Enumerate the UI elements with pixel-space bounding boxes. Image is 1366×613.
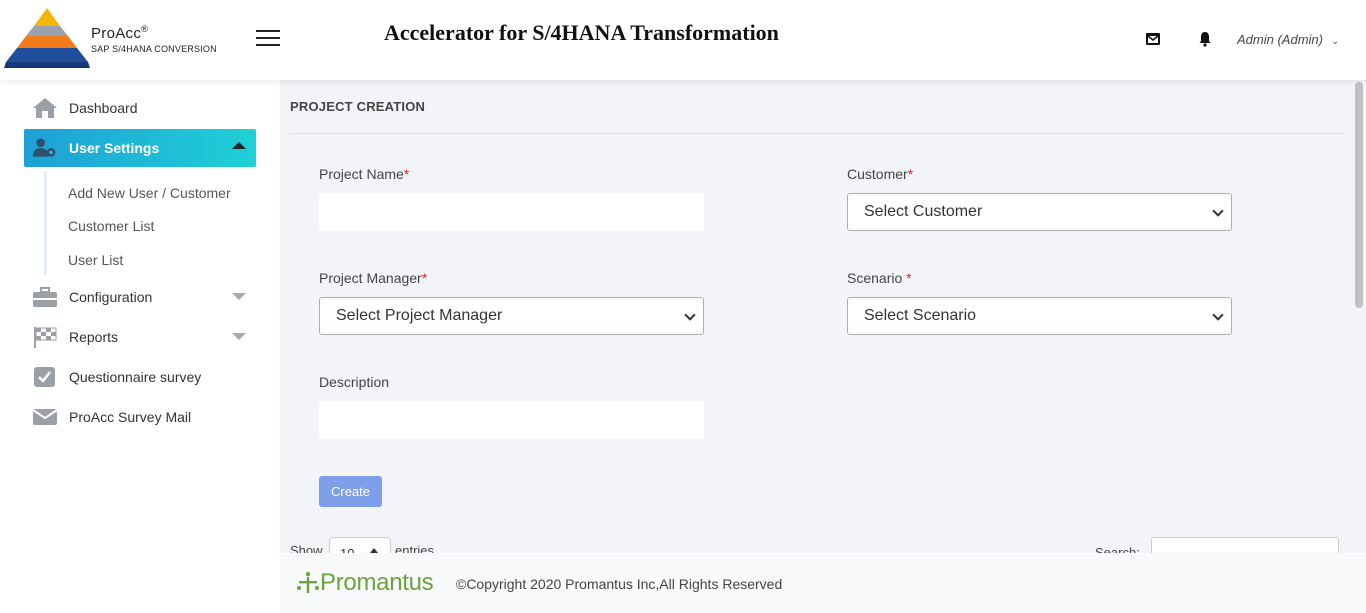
scenario-select-value: Select Scenario xyxy=(864,307,977,324)
sidebar-item-reports[interactable]: Reports xyxy=(24,318,256,356)
sidebar: Dashboard User Settings Add New User / C… xyxy=(0,80,280,613)
mail-icon[interactable] xyxy=(1145,31,1161,47)
chevron-down-icon xyxy=(1212,205,1224,217)
user-settings-submenu: Add New User / Customer Customer List Us… xyxy=(44,171,244,275)
hamburger-menu-icon[interactable] xyxy=(256,30,280,48)
promantus-mark-icon xyxy=(297,571,319,593)
registered-mark: ® xyxy=(141,24,149,34)
caret-up-icon xyxy=(232,142,246,149)
chevron-down-icon xyxy=(684,309,696,321)
required-mark: * xyxy=(906,270,912,286)
chevron-down-icon xyxy=(1212,309,1224,321)
checkered-flag-icon xyxy=(32,326,58,348)
customer-select[interactable]: Select Customer xyxy=(847,193,1232,231)
submenu-item-customer-list[interactable]: Customer List xyxy=(68,218,154,234)
scenario-select[interactable]: Select Scenario xyxy=(847,297,1232,335)
bell-icon[interactable] xyxy=(1197,31,1213,47)
search-label: Search: xyxy=(1095,545,1140,553)
sidebar-item-label: Reports xyxy=(69,329,119,345)
promantus-logo-text: Promantus xyxy=(320,569,434,596)
envelope-icon xyxy=(32,406,58,428)
proacc-logo xyxy=(4,8,90,68)
customer-select-value: Select Customer xyxy=(864,203,983,220)
required-mark: * xyxy=(421,270,428,286)
caret-down-icon xyxy=(232,333,246,340)
customer-label: Customer* xyxy=(847,166,914,182)
search-input[interactable] xyxy=(1151,537,1339,553)
create-button[interactable]: Create xyxy=(319,476,382,507)
briefcase-icon xyxy=(32,286,58,308)
sidebar-item-label: User Settings xyxy=(69,140,160,156)
show-label: Show xyxy=(290,543,323,553)
user-gear-icon xyxy=(32,137,58,159)
divider xyxy=(290,133,1344,134)
brand-name: ProAcc® xyxy=(91,24,149,42)
promantus-logo: Promantus xyxy=(296,569,434,597)
app-title: Accelerator for S/4HANA Transformation xyxy=(384,20,779,45)
entries-length-select[interactable]: 10 xyxy=(329,537,391,553)
chevron-down-icon: ⌄ xyxy=(1330,36,1340,47)
main-content: PROJECT CREATION Project Name* Customer*… xyxy=(280,80,1352,553)
project-name-input[interactable] xyxy=(319,193,704,231)
project-manager-select-value: Select Project Manager xyxy=(336,307,503,324)
sidebar-item-questionnaire-survey[interactable]: Questionnaire survey xyxy=(24,358,256,396)
home-icon xyxy=(32,97,58,119)
copyright-text: ©Copyright 2020 Promantus Inc,All Rights… xyxy=(456,576,783,592)
description-label: Description xyxy=(319,374,390,390)
project-name-label: Project Name* xyxy=(319,166,410,182)
entries-value: 10 xyxy=(340,546,354,553)
sidebar-item-label: Configuration xyxy=(69,289,153,305)
sidebar-item-user-settings[interactable]: User Settings xyxy=(24,129,256,167)
entries-label: entries xyxy=(395,543,435,553)
description-input[interactable] xyxy=(319,401,704,439)
checkbox-icon xyxy=(32,366,58,388)
scrollbar-thumb[interactable] xyxy=(1355,82,1363,308)
required-mark: * xyxy=(403,166,410,182)
user-menu[interactable]: Admin (Admin) ⌄ xyxy=(1237,32,1339,47)
sidebar-item-configuration[interactable]: Configuration xyxy=(24,278,256,316)
top-header: ProAcc® SAP S/4HANA CONVERSION Accelerat… xyxy=(0,0,1366,80)
project-manager-label: Project Manager* xyxy=(319,270,428,286)
caret-down-icon xyxy=(232,293,246,300)
footer: Promantus ©Copyright 2020 Promantus Inc,… xyxy=(280,553,1366,613)
sidebar-item-dashboard[interactable]: Dashboard xyxy=(24,89,256,127)
scenario-label: Scenario * xyxy=(847,270,912,286)
page-scrollbar[interactable] xyxy=(1352,80,1366,553)
sidebar-item-label: ProAcc Survey Mail xyxy=(69,409,192,425)
submenu-item-user-list[interactable]: User List xyxy=(68,252,123,268)
page-title: PROJECT CREATION xyxy=(290,99,426,114)
project-manager-select[interactable]: Select Project Manager xyxy=(319,297,704,335)
brand: ProAcc® SAP S/4HANA CONVERSION xyxy=(91,24,217,54)
brand-subtitle: SAP S/4HANA CONVERSION xyxy=(91,44,217,54)
sidebar-item-label: Questionnaire survey xyxy=(69,369,202,385)
submenu-item-add-user[interactable]: Add New User / Customer xyxy=(68,185,231,201)
required-mark: * xyxy=(907,166,914,182)
user-name: Admin (Admin) xyxy=(1237,32,1323,47)
sidebar-item-survey-mail[interactable]: ProAcc Survey Mail xyxy=(24,398,256,436)
sidebar-item-label: Dashboard xyxy=(69,100,138,116)
